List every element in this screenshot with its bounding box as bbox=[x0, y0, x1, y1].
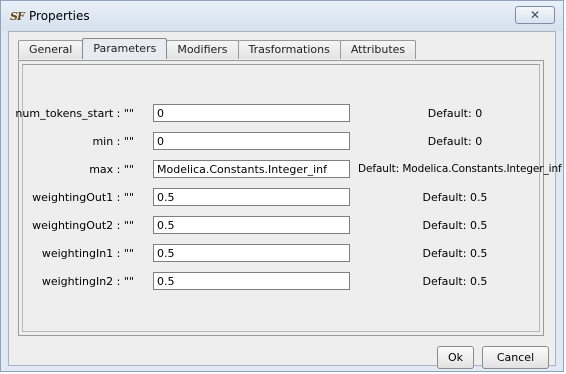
weighting-in1-input[interactable] bbox=[153, 244, 350, 262]
cancel-button[interactable]: Cancel bbox=[482, 346, 549, 369]
title-bar[interactable]: SF Properties ✕ bbox=[1, 1, 563, 31]
close-icon: ✕ bbox=[529, 8, 541, 22]
tab-modifiers[interactable]: Modifiers bbox=[166, 40, 239, 59]
param-default: Default: 0.5 bbox=[422, 275, 488, 288]
max-input[interactable] bbox=[153, 160, 350, 178]
dialog-body: General Parameters Modifiers Trasformati… bbox=[8, 31, 562, 369]
param-label: weightingIn2 : "" bbox=[41, 275, 134, 288]
min-input[interactable] bbox=[153, 132, 350, 150]
param-label: num_tokens_start : "" bbox=[15, 107, 134, 120]
weighting-out1-input[interactable] bbox=[153, 188, 350, 206]
param-default: Default: 0.5 bbox=[422, 191, 488, 204]
tab-attributes[interactable]: Attributes bbox=[339, 40, 417, 59]
param-row-weighting-in1: weightingIn1 : "" Default: 0.5 bbox=[23, 244, 539, 264]
ok-button[interactable]: Ok bbox=[437, 346, 474, 369]
param-default: Default: 0.5 bbox=[422, 219, 488, 232]
app-logo-icon: SF bbox=[10, 10, 25, 23]
tab-trasformations[interactable]: Trasformations bbox=[237, 40, 341, 59]
window-title: Properties bbox=[29, 9, 90, 23]
tab-bar: General Parameters Modifiers Trasformati… bbox=[18, 38, 417, 60]
param-row-min: min : "" Default: 0 bbox=[23, 132, 539, 152]
param-default: Default: 0.5 bbox=[422, 247, 488, 260]
close-button[interactable]: ✕ bbox=[515, 6, 555, 24]
tab-parameters[interactable]: Parameters bbox=[82, 38, 168, 59]
param-label: max : "" bbox=[89, 163, 134, 176]
parameters-panel: num_tokens_start : "" Default: 0 min : "… bbox=[15, 60, 562, 336]
weighting-out2-input[interactable] bbox=[153, 216, 350, 234]
properties-window: SF Properties ✕ General Parameters Modif… bbox=[0, 0, 564, 372]
num-tokens-start-input[interactable] bbox=[153, 104, 350, 122]
param-row-weighting-out1: weightingOut1 : "" Default: 0.5 bbox=[23, 188, 539, 208]
param-label: weightingOut1 : "" bbox=[32, 191, 134, 204]
param-label: weightingIn1 : "" bbox=[41, 247, 134, 260]
weighting-in2-input[interactable] bbox=[153, 272, 350, 290]
param-row-num-tokens-start: num_tokens_start : "" Default: 0 bbox=[15, 104, 539, 124]
param-label: weightingOut2 : "" bbox=[32, 219, 134, 232]
param-row-max: max : "" Default: Modelica.Constants.Int… bbox=[23, 160, 562, 180]
param-default: Default: Modelica.Constants.Integer_inf bbox=[358, 163, 562, 175]
param-row-weighting-in2: weightingIn2 : "" Default: 0.5 bbox=[23, 272, 539, 292]
param-label: min : "" bbox=[92, 135, 134, 148]
tab-general[interactable]: General bbox=[18, 40, 84, 59]
parameters-form: num_tokens_start : "" Default: 0 min : "… bbox=[15, 64, 562, 332]
param-default: Default: 0 bbox=[427, 135, 483, 148]
param-default: Default: 0 bbox=[427, 107, 483, 120]
param-row-weighting-out2: weightingOut2 : "" Default: 0.5 bbox=[23, 216, 539, 236]
